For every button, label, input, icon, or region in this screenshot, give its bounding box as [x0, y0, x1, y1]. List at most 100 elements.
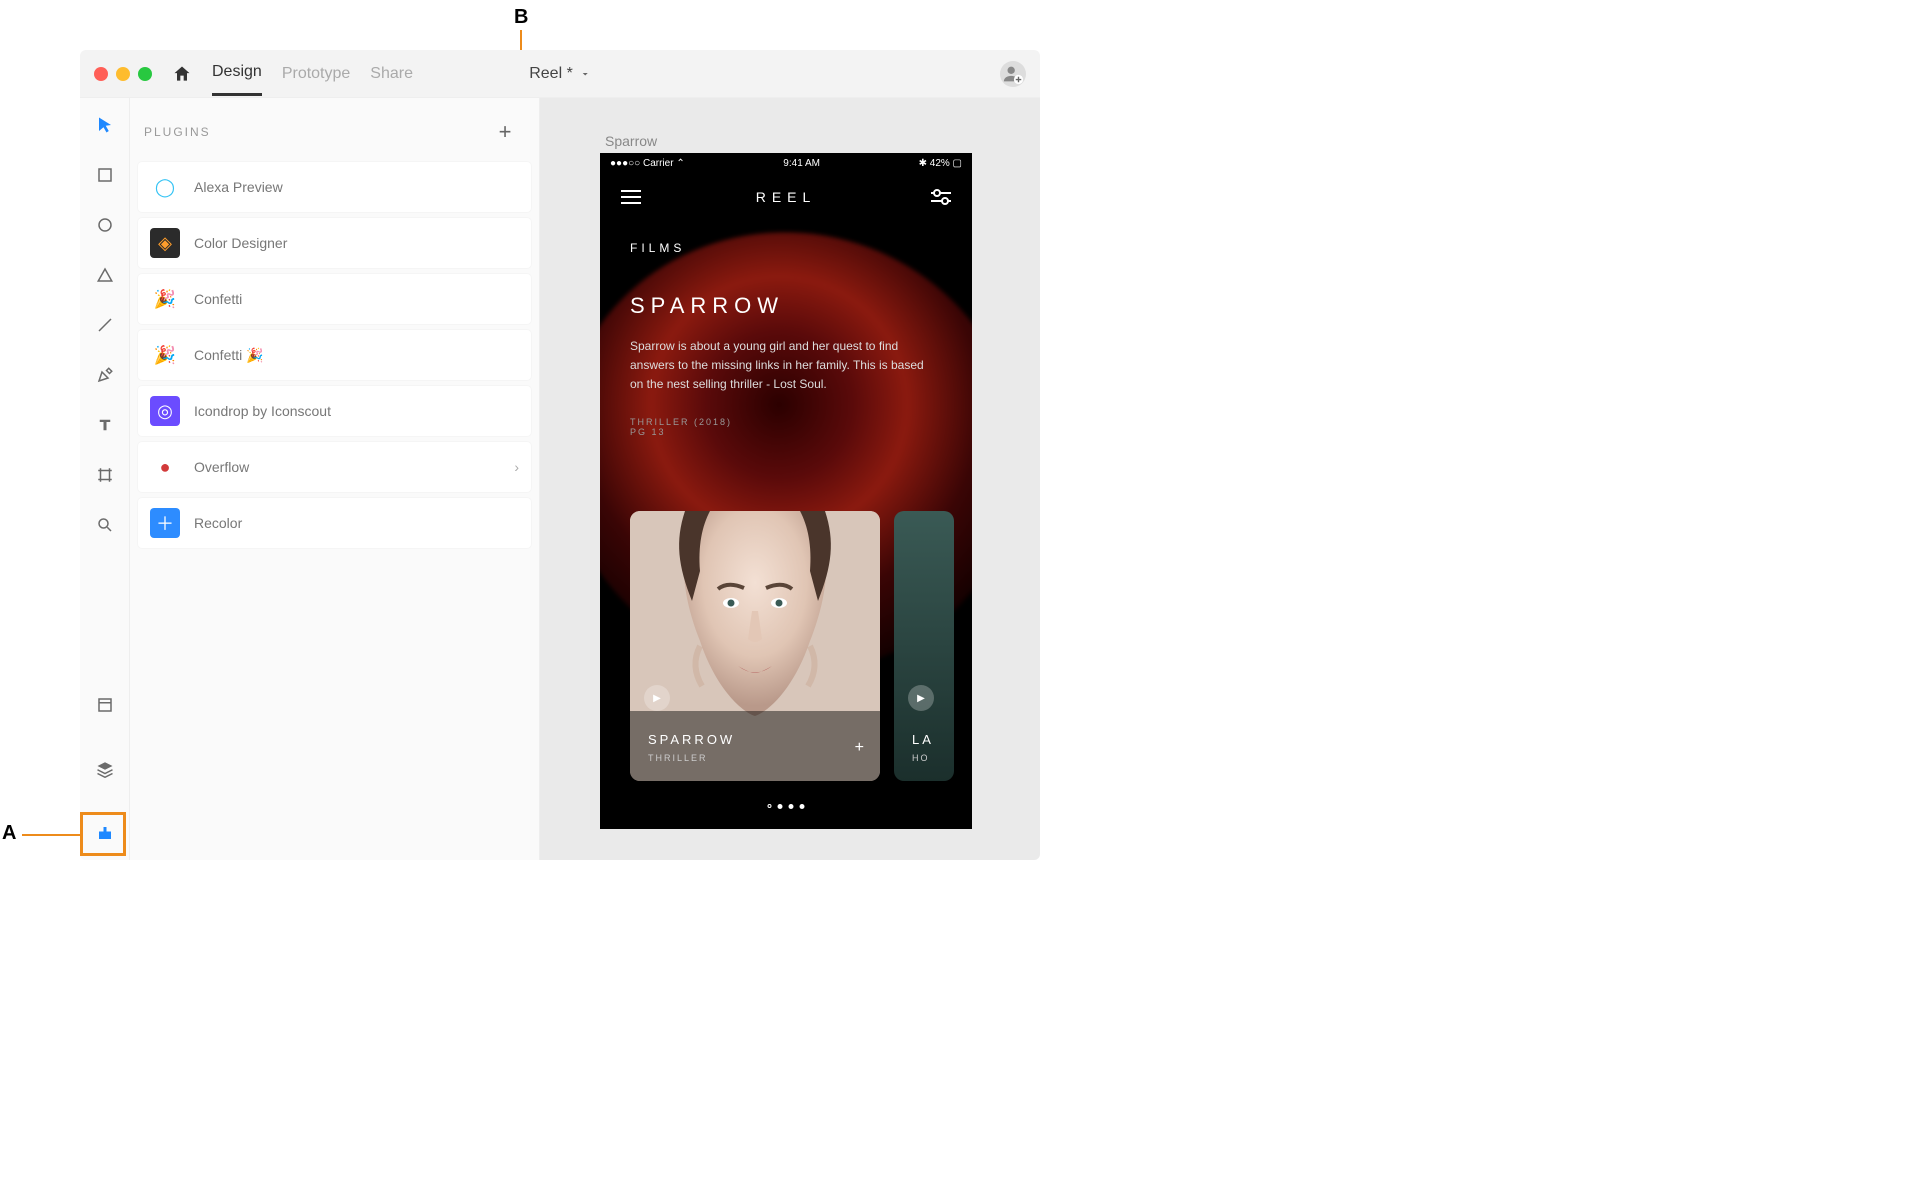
tool-strip	[80, 98, 130, 860]
hero-meta-genre: THRILLER (2018)	[630, 417, 932, 427]
plugin-item[interactable]: ● Overflow ›	[138, 442, 531, 492]
play-icon: ▶	[908, 685, 934, 711]
mode-tabs: Design Prototype Share	[212, 51, 413, 96]
card-secondary: ▶ LA HO	[894, 511, 954, 781]
maximize-window-button[interactable]	[138, 67, 152, 81]
plugin-item[interactable]: 🎉 Confetti	[138, 274, 531, 324]
pagination-dots	[768, 804, 805, 809]
titlebar: Design Prototype Share Reel *	[80, 50, 1040, 98]
plugin-icon: 🎉	[150, 340, 180, 370]
status-right: ✱ 42% ▢	[919, 158, 962, 169]
cards-row: ▶ SPARROW THRILLER + ▶ LA HO	[630, 511, 954, 781]
plugin-label: Icondrop by Iconscout	[194, 403, 331, 419]
chevron-down-icon	[579, 68, 591, 80]
artboard-icon	[96, 466, 114, 484]
assets-panel-button[interactable]	[92, 692, 118, 718]
mock-statusbar: ●●●○○ Carrier ⌃ 9:41 AM ✱ 42% ▢	[600, 153, 972, 173]
card-sparrow: ▶ SPARROW THRILLER +	[630, 511, 880, 781]
plugin-item[interactable]: ◎ Icondrop by Iconscout	[138, 386, 531, 436]
dot	[789, 804, 794, 809]
app-window: Design Prototype Share Reel *	[80, 50, 1040, 860]
plugin-label: Recolor	[194, 515, 242, 531]
plugin-icon: ◎	[150, 396, 180, 426]
pen-icon	[96, 366, 114, 384]
mock-app-header: REEL	[600, 173, 972, 221]
card-title: SPARROW	[648, 732, 735, 747]
hero-text: SPARROW Sparrow is about a young girl an…	[630, 293, 932, 437]
artboard-sparrow[interactable]: ●●●○○ Carrier ⌃ 9:41 AM ✱ 42% ▢ REEL FIL…	[600, 153, 972, 829]
callout-a-highlight	[80, 812, 126, 856]
ellipse-tool[interactable]	[92, 212, 118, 238]
artboard-label[interactable]: Sparrow	[605, 133, 657, 149]
callout-a-label: A	[2, 822, 16, 845]
assets-icon	[96, 696, 114, 714]
plugin-label: Confetti 🎉	[194, 347, 264, 364]
callout-a-connector	[22, 834, 80, 836]
plugin-item[interactable]: 🎉 Confetti 🎉	[138, 330, 531, 380]
plugin-icon: ＋	[150, 508, 180, 538]
zoom-tool[interactable]	[92, 512, 118, 538]
plugin-icon: ◯	[150, 172, 180, 202]
hero-description: Sparrow is about a young girl and her qu…	[630, 337, 932, 395]
plugin-icon: 🎉	[150, 284, 180, 314]
text-tool[interactable]	[92, 412, 118, 438]
card-add-icon: +	[855, 739, 864, 757]
plugin-list: ◯ Alexa Preview ◈Color Designer 🎉 Confetti 🎉 C…	[138, 162, 531, 548]
triangle-icon	[96, 266, 114, 284]
add-plugin-button[interactable]: +	[485, 112, 525, 152]
tab-share[interactable]: Share	[370, 65, 413, 95]
hamburger-icon	[620, 186, 642, 208]
home-button[interactable]	[170, 62, 194, 86]
status-time: 9:41 AM	[783, 158, 820, 169]
plugin-icon: ●	[150, 452, 180, 482]
text-icon	[96, 416, 114, 434]
polygon-tool[interactable]	[92, 262, 118, 288]
pointer-icon	[96, 116, 114, 134]
plugin-icon: ◈	[150, 228, 180, 258]
artboard-tool[interactable]	[92, 462, 118, 488]
plugin-item[interactable]: ◈Color Designer	[138, 218, 531, 268]
plugin-label: Overflow	[194, 459, 249, 475]
plugin-label: Alexa Preview	[194, 179, 283, 195]
plugins-header-label: PLUGINS	[144, 125, 211, 139]
document-title: Reel *	[529, 65, 573, 83]
pen-tool[interactable]	[92, 362, 118, 388]
card-title: LA	[912, 732, 934, 747]
share-avatar-button[interactable]	[1000, 61, 1026, 87]
avatar-add-icon	[1002, 63, 1024, 85]
settings-icon	[930, 186, 952, 208]
plugin-item[interactable]: ＋ Recolor	[138, 498, 531, 548]
tab-prototype[interactable]: Prototype	[282, 65, 350, 95]
status-left: ●●●○○ Carrier ⌃	[610, 158, 685, 169]
dot	[768, 804, 772, 808]
window-controls	[94, 67, 152, 81]
brand-label: REEL	[756, 189, 817, 205]
minimize-window-button[interactable]	[116, 67, 130, 81]
hero-title: SPARROW	[630, 293, 932, 319]
card-subtitle: HO	[912, 753, 930, 763]
tab-design[interactable]: Design	[212, 63, 262, 96]
card-subtitle: THRILLER	[648, 753, 708, 763]
home-icon	[172, 64, 192, 84]
zoom-icon	[96, 516, 114, 534]
rectangle-icon	[96, 166, 114, 184]
hero-meta-rating: PG 13	[630, 427, 932, 437]
plus-icon: +	[499, 119, 512, 145]
chevron-right-icon: ›	[514, 459, 519, 475]
document-title-dropdown[interactable]: Reel *	[529, 65, 591, 83]
plugins-panel: PLUGINS + ◯ Alexa Preview ◈Color Designer 🎉…	[130, 98, 540, 860]
layers-icon	[96, 760, 114, 778]
line-tool[interactable]	[92, 312, 118, 338]
plugins-panel-header: PLUGINS +	[138, 112, 531, 162]
play-icon: ▶	[644, 685, 670, 711]
canvas[interactable]: Sparrow ●●●○○ Carrier ⌃ 9:41 AM ✱ 42% ▢ …	[540, 98, 1040, 860]
layers-panel-button[interactable]	[92, 756, 118, 782]
plugin-label: Confetti	[194, 291, 242, 307]
ellipse-icon	[96, 216, 114, 234]
select-tool[interactable]	[92, 112, 118, 138]
callout-b-label: B	[514, 6, 528, 29]
close-window-button[interactable]	[94, 67, 108, 81]
dot	[800, 804, 805, 809]
rectangle-tool[interactable]	[92, 162, 118, 188]
plugin-item[interactable]: ◯ Alexa Preview	[138, 162, 531, 212]
